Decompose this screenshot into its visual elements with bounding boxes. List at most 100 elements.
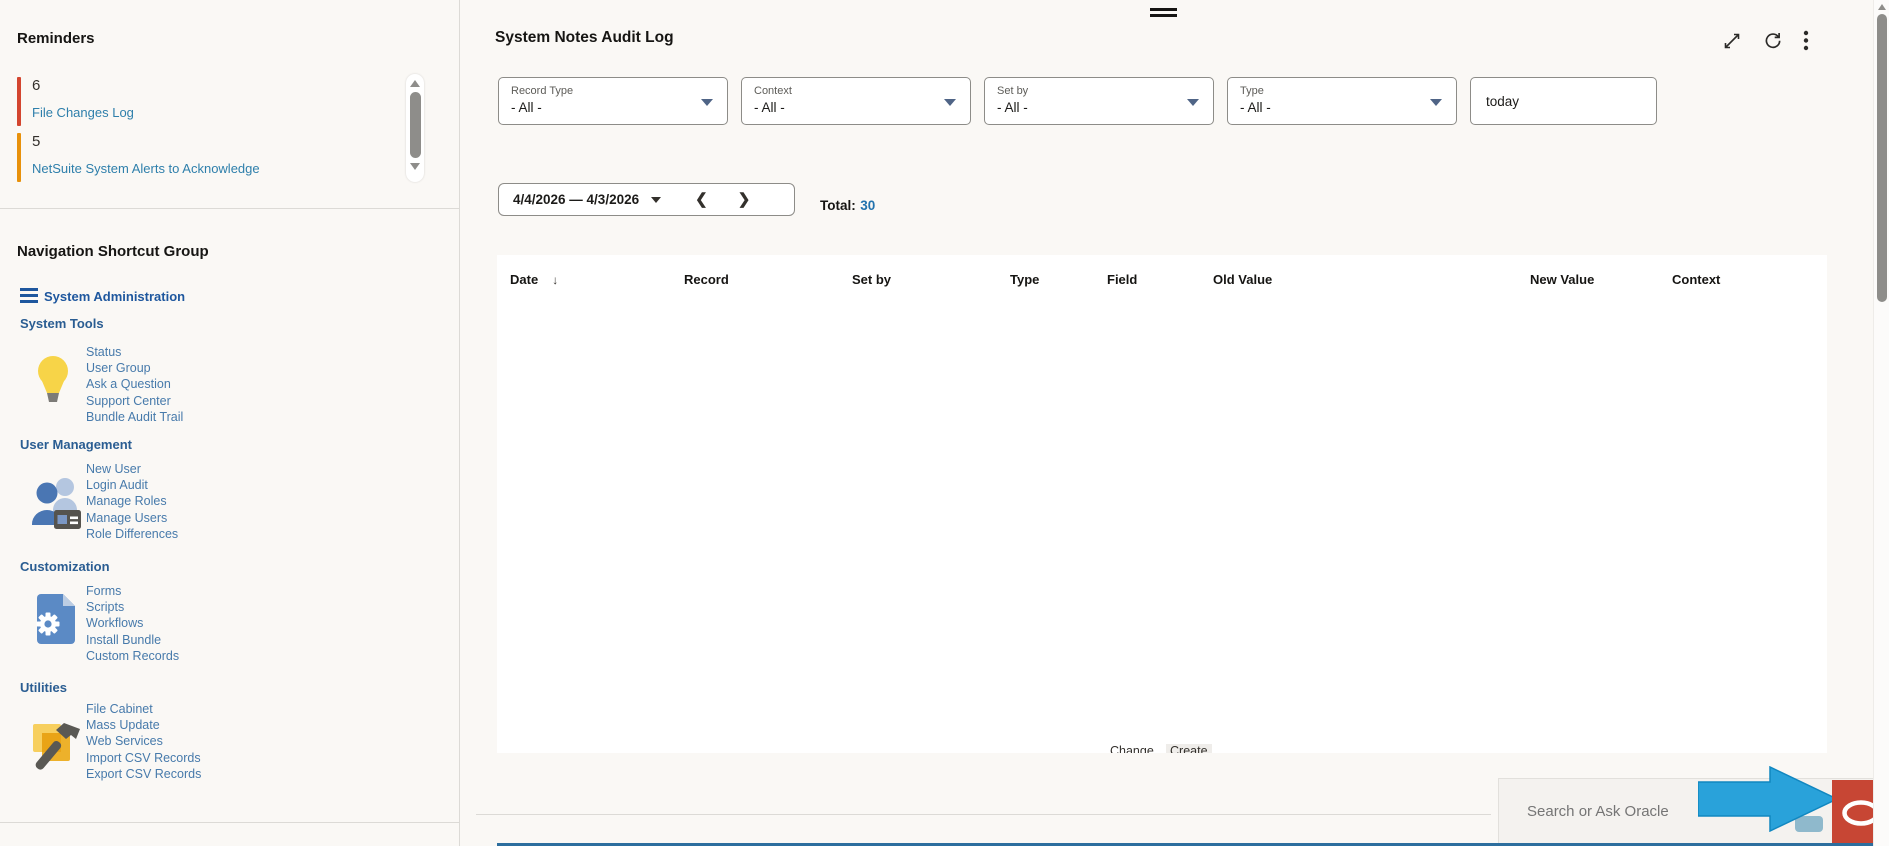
link-bundle-audit-trail[interactable]: Bundle Audit Trail [86,409,183,425]
portlet-toolbar [1722,30,1809,51]
total-value-link[interactable]: 30 [860,198,875,213]
link-status[interactable]: Status [86,344,183,360]
page-scrollbar-thumb[interactable] [1876,14,1887,302]
column-header-date[interactable]: Date ↓ [510,272,558,287]
scroll-down-icon[interactable] [410,163,420,170]
clipped-chart-label-create: Create [1166,744,1212,753]
filters-row: Record Type - All - Context - All - Set … [498,77,1657,125]
column-header-old-value[interactable]: Old Value [1213,272,1272,287]
filter-record-type[interactable]: Record Type - All - [498,77,728,125]
reminder-bar-red [17,77,21,126]
column-header-record[interactable]: Record [684,272,729,287]
expand-icon[interactable] [1722,31,1742,51]
link-role-differences[interactable]: Role Differences [86,526,178,542]
chevron-down-icon [701,99,713,106]
link-manage-roles[interactable]: Manage Roles [86,493,178,509]
link-mass-update[interactable]: Mass Update [86,717,201,733]
total-count: Total: 30 [820,197,875,215]
screen: Reminders 6 File Changes Log 5 NetSuite … [0,0,1889,846]
section-title-system-tools: System Tools [20,316,104,331]
system-administration-link[interactable]: System Administration [44,289,185,304]
filter-value: - All - [754,100,785,115]
link-support-center[interactable]: Support Center [86,393,183,409]
sidebar-divider [0,208,459,209]
column-header-set-by[interactable]: Set by [852,272,891,287]
gear-document-icon [36,594,75,644]
reminder-count: 5 [32,133,41,150]
link-new-user[interactable]: New User [86,461,178,477]
filter-label: Set by [997,85,1029,97]
blue-arrow-pointer-icon [1698,766,1838,832]
filter-label: Type [1240,85,1264,97]
filter-context[interactable]: Context - All - [741,77,971,125]
reminders-scrollbar-thumb[interactable] [409,92,421,158]
date-range-control[interactable]: 4/4/2026 — 4/3/2026 ❮ ❯ [498,183,795,216]
chevron-down-icon [651,196,662,203]
filter-value: - All - [997,100,1028,115]
scroll-up-icon[interactable] [1877,4,1886,10]
column-header-field[interactable]: Field [1107,272,1137,287]
page-title: System Notes Audit Log [495,29,674,46]
link-user-group[interactable]: User Group [86,360,183,376]
hammer-icon [33,723,80,770]
date-filter-input[interactable] [1470,77,1657,125]
column-header-new-value[interactable]: New Value [1530,272,1594,287]
sort-descending-icon[interactable]: ↓ [552,273,558,287]
link-file-cabinet[interactable]: File Cabinet [86,701,201,717]
clipped-chart-label-change: Change [1110,744,1154,753]
reminder-link-system-alerts[interactable]: NetSuite System Alerts to Acknowledge [32,161,260,176]
reminder-link-file-changes-log[interactable]: File Changes Log [32,105,134,120]
link-forms[interactable]: Forms [86,583,179,599]
link-import-csv-records[interactable]: Import CSV Records [86,750,201,766]
scroll-up-icon[interactable] [410,80,420,87]
sidebar-bottom-divider [0,822,459,823]
column-header-type[interactable]: Type [1010,272,1039,287]
nav-shortcut-group-title: Navigation Shortcut Group [17,243,209,260]
link-manage-users[interactable]: Manage Users [86,510,178,526]
section-title-utilities: Utilities [20,680,67,695]
chevron-down-icon [1430,99,1442,106]
filter-label: Context [754,85,792,97]
users-icon [32,478,81,529]
system-tools-links: Status User Group Ask a Question Support… [86,344,183,425]
filter-value: - All - [1240,100,1271,115]
hamburger-icon[interactable] [20,288,38,303]
link-custom-records[interactable]: Custom Records [86,648,179,664]
refresh-icon[interactable] [1762,30,1783,51]
page-scrollbar[interactable] [1873,0,1889,846]
audit-log-table: Date ↓ Record Set by Type Field Old Value… [497,255,1827,753]
filter-value: - All - [511,100,542,115]
kebab-menu-icon[interactable] [1803,30,1809,51]
reminder-count: 6 [32,77,41,94]
filter-label: Record Type [511,85,574,97]
chevron-down-icon [944,99,956,106]
next-period-button[interactable]: ❯ [738,192,751,207]
chevron-down-icon [1187,99,1199,106]
customization-links: Forms Scripts Workflows Install Bundle C… [86,583,179,664]
filter-type[interactable]: Type - All - [1227,77,1457,125]
link-login-audit[interactable]: Login Audit [86,477,178,493]
reminders-title: Reminders [17,30,95,47]
section-title-user-management: User Management [20,437,132,452]
user-management-links: New User Login Audit Manage Roles Manage… [86,461,178,542]
sidebar: Reminders 6 File Changes Log 5 NetSuite … [0,0,459,846]
filter-set-by[interactable]: Set by - All - [984,77,1214,125]
link-install-bundle[interactable]: Install Bundle [86,632,179,648]
portlet-drag-handle-icon[interactable] [1150,8,1177,20]
utilities-links: File Cabinet Mass Update Web Services Im… [86,701,201,782]
total-label: Total: [820,198,856,213]
sidebar-main-divider [459,0,460,846]
section-title-customization: Customization [20,559,110,574]
column-header-context[interactable]: Context [1672,272,1720,287]
date-range-value: 4/4/2026 — 4/3/2026 [513,192,640,207]
link-workflows[interactable]: Workflows [86,615,179,631]
link-scripts[interactable]: Scripts [86,599,179,615]
link-web-services[interactable]: Web Services [86,733,201,749]
lightbulb-icon [38,356,68,402]
reminder-bar-orange [17,133,21,182]
link-export-csv-records[interactable]: Export CSV Records [86,766,201,782]
main-bottom-divider [476,814,1491,815]
reminders-scrollbar[interactable] [406,74,424,182]
link-ask-a-question[interactable]: Ask a Question [86,376,183,392]
previous-period-button[interactable]: ❮ [695,192,708,207]
